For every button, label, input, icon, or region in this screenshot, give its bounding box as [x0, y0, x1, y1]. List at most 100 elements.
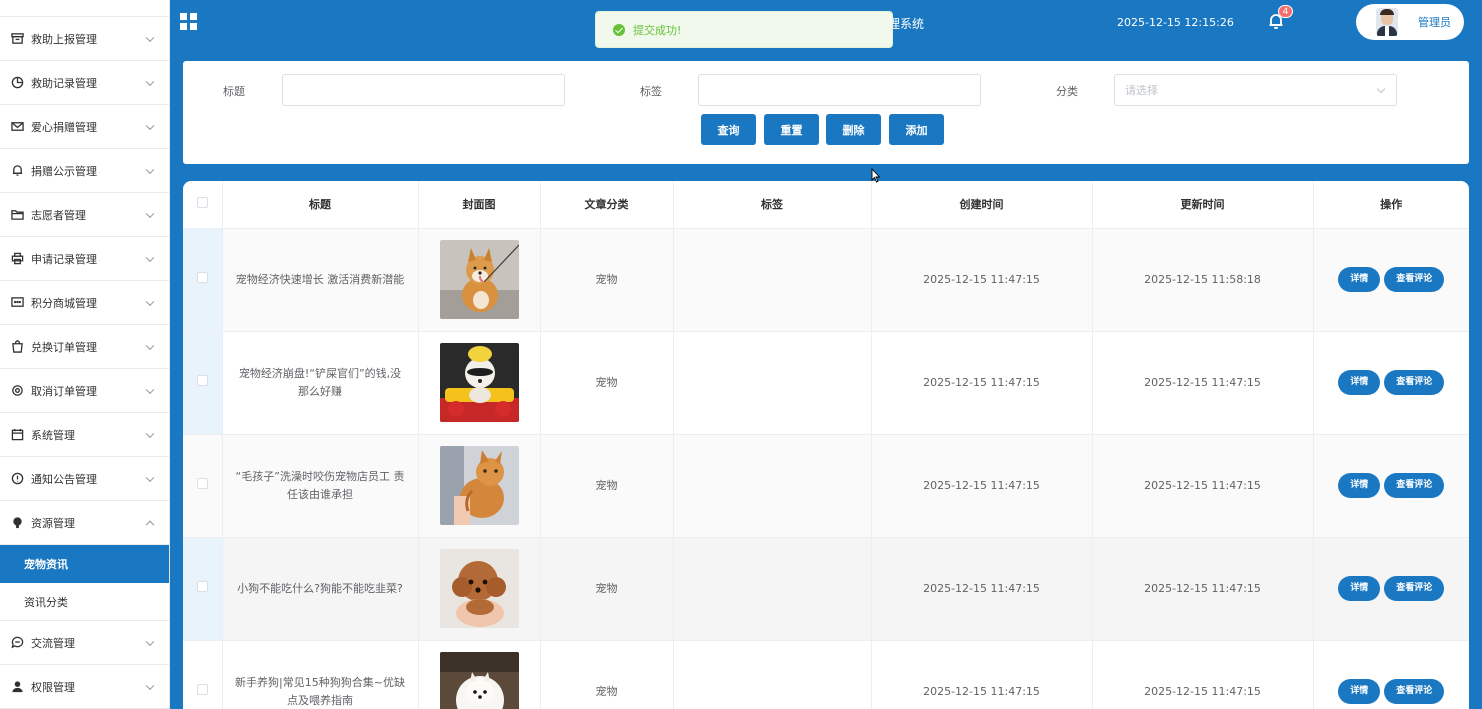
col-actions: 操作 [1313, 181, 1469, 229]
mail-icon [10, 120, 24, 134]
check-circle-icon [613, 23, 625, 36]
sidebar-item-resources[interactable]: 资源管理 [0, 501, 169, 545]
category-select[interactable]: 请选择 [1114, 74, 1397, 106]
pie-chart-icon [10, 76, 24, 90]
cover-image-pomeranian [439, 652, 519, 709]
sidebar-item-label: 捐赠公示管理 [31, 164, 97, 178]
sidebar-subitem-news-category[interactable]: 资讯分类 [0, 583, 169, 621]
view-comments-button[interactable]: 查看评论 [1384, 370, 1445, 395]
row-category: 宠物 [540, 537, 674, 641]
sidebar-item-donations[interactable]: 爱心捐赠管理 [0, 105, 169, 149]
detail-button[interactable]: 详情 [1338, 267, 1381, 292]
row-checkbox[interactable] [196, 477, 208, 489]
row-updated: 2025-12-15 11:47:15 [1092, 640, 1314, 709]
title-input[interactable] [282, 74, 565, 106]
category-label: 分类 [1056, 85, 1078, 98]
cover-image-shiba [439, 240, 519, 319]
bell-icon [10, 164, 24, 178]
current-datetime: 2025-12-15 12:15:26 [1117, 16, 1234, 29]
tag-input[interactable] [698, 74, 981, 106]
sidebar-item-label: 申请记录管理 [31, 252, 97, 266]
sidebar-item-label: 兑换订单管理 [31, 340, 97, 354]
add-button[interactable]: 添加 [889, 114, 944, 145]
row-tags [673, 537, 872, 641]
row-created: 2025-12-15 11:47:15 [871, 434, 1093, 538]
view-comments-button[interactable]: 查看评论 [1384, 679, 1445, 704]
chevron-down-icon [145, 165, 155, 174]
row-category: 宠物 [540, 331, 674, 435]
sidebar-item-exchange-orders[interactable]: 兑换订单管理 [0, 325, 169, 369]
menu-grid-icon[interactable] [180, 13, 197, 30]
row-tags [673, 331, 872, 435]
row-updated: 2025-12-15 11:47:15 [1092, 434, 1314, 538]
select-all-checkbox[interactable] [196, 197, 208, 209]
sidebar-item-system[interactable]: 系统管理 [0, 413, 169, 457]
detail-button[interactable]: 详情 [1338, 370, 1381, 395]
sidebar-item-partial[interactable] [0, 0, 169, 17]
chevron-down-icon [145, 681, 155, 690]
sidebar-item-label: 系统管理 [31, 428, 75, 442]
sidebar-item-cancelled-orders[interactable]: 取消订单管理 [0, 369, 169, 413]
row-tags [673, 434, 872, 538]
sidebar-item-rescue-report[interactable]: 救助上报管理 [0, 17, 169, 61]
row-checkbox[interactable] [196, 683, 208, 695]
chevron-down-icon [145, 429, 155, 438]
chat-icon [10, 296, 24, 310]
row-checkbox[interactable] [196, 580, 208, 592]
row-checkbox[interactable] [196, 374, 208, 386]
row-select-cell [183, 434, 223, 538]
row-created: 2025-12-15 11:47:15 [871, 640, 1093, 709]
table-row: “毛孩子”洗澡时咬伤宠物店员工 责任该由谁承担 宠物 2025-12-15 11… [183, 434, 1469, 538]
sidebar-item-donation-notice[interactable]: 捐赠公示管理 [0, 149, 169, 193]
sidebar-item-rescue-records[interactable]: 救助记录管理 [0, 61, 169, 105]
row-updated: 2025-12-15 11:47:15 [1092, 537, 1314, 641]
chevron-down-icon [145, 121, 155, 130]
sidebar-item-volunteers[interactable]: 志愿者管理 [0, 193, 169, 237]
sidebar-item-communication[interactable]: 交流管理 [0, 621, 169, 665]
sidebar-item-announcements[interactable]: 通知公告管理 [0, 457, 169, 501]
row-title: 宠物经济快速增长 激活消费新潜能 [222, 228, 419, 332]
detail-button[interactable]: 详情 [1338, 679, 1381, 704]
row-title: 新手养狗|常见15种狗狗合集~优缺点及喂养指南 [222, 640, 419, 709]
sidebar-item-label: 爱心捐赠管理 [31, 120, 97, 134]
delete-button[interactable]: 删除 [826, 114, 881, 145]
row-title: 宠物经济崩盘!“铲屎官们”的钱,没那么好赚 [222, 331, 419, 435]
sidebar-item-points-mall[interactable]: 积分商城管理 [0, 281, 169, 325]
sidebar-item-label: 交流管理 [31, 636, 75, 650]
row-actions: 详情 查看评论 [1313, 640, 1469, 709]
user-menu[interactable]: 管理员 [1356, 4, 1464, 40]
chevron-down-icon [145, 33, 155, 42]
detail-button[interactable]: 详情 [1338, 576, 1381, 601]
sidebar-subitem-pet-news[interactable]: 宠物资讯 [0, 545, 169, 583]
select-all-cell [183, 181, 223, 229]
success-toast: 提交成功! [595, 11, 893, 48]
settings-icon [10, 384, 24, 398]
detail-button[interactable]: 详情 [1338, 473, 1381, 498]
tag-label: 标签 [640, 85, 662, 98]
row-actions: 详情 查看评论 [1313, 331, 1469, 435]
row-checkbox[interactable] [196, 271, 208, 283]
chevron-down-icon [145, 209, 155, 218]
sidebar-item-label: 取消订单管理 [31, 384, 97, 398]
cover-image-poodle [439, 549, 519, 628]
sidebar-item-permissions[interactable]: 权限管理 [0, 665, 169, 709]
query-button[interactable]: 查询 [701, 114, 756, 145]
view-comments-button[interactable]: 查看评论 [1384, 576, 1445, 601]
col-title: 标题 [222, 181, 419, 229]
col-cover: 封面图 [418, 181, 541, 229]
row-updated: 2025-12-15 11:47:15 [1092, 331, 1314, 435]
avatar [1376, 8, 1398, 36]
chevron-up-icon [145, 520, 155, 529]
view-comments-button[interactable]: 查看评论 [1384, 267, 1445, 292]
notification-badge: 4 [1278, 5, 1293, 18]
view-comments-button[interactable]: 查看评论 [1384, 473, 1445, 498]
toast-message: 提交成功! [633, 23, 682, 37]
row-cover-cell [418, 228, 541, 332]
category-placeholder: 请选择 [1125, 84, 1158, 97]
news-table: 标题 封面图 文章分类 标签 创建时间 更新时间 操作 宠物经济快速增长 激活消… [183, 181, 1469, 709]
sidebar-item-applications[interactable]: 申请记录管理 [0, 237, 169, 281]
row-actions: 详情 查看评论 [1313, 228, 1469, 332]
system-title: 理系统 [888, 17, 925, 31]
reset-button[interactable]: 重置 [764, 114, 819, 145]
row-created: 2025-12-15 11:47:15 [871, 331, 1093, 435]
